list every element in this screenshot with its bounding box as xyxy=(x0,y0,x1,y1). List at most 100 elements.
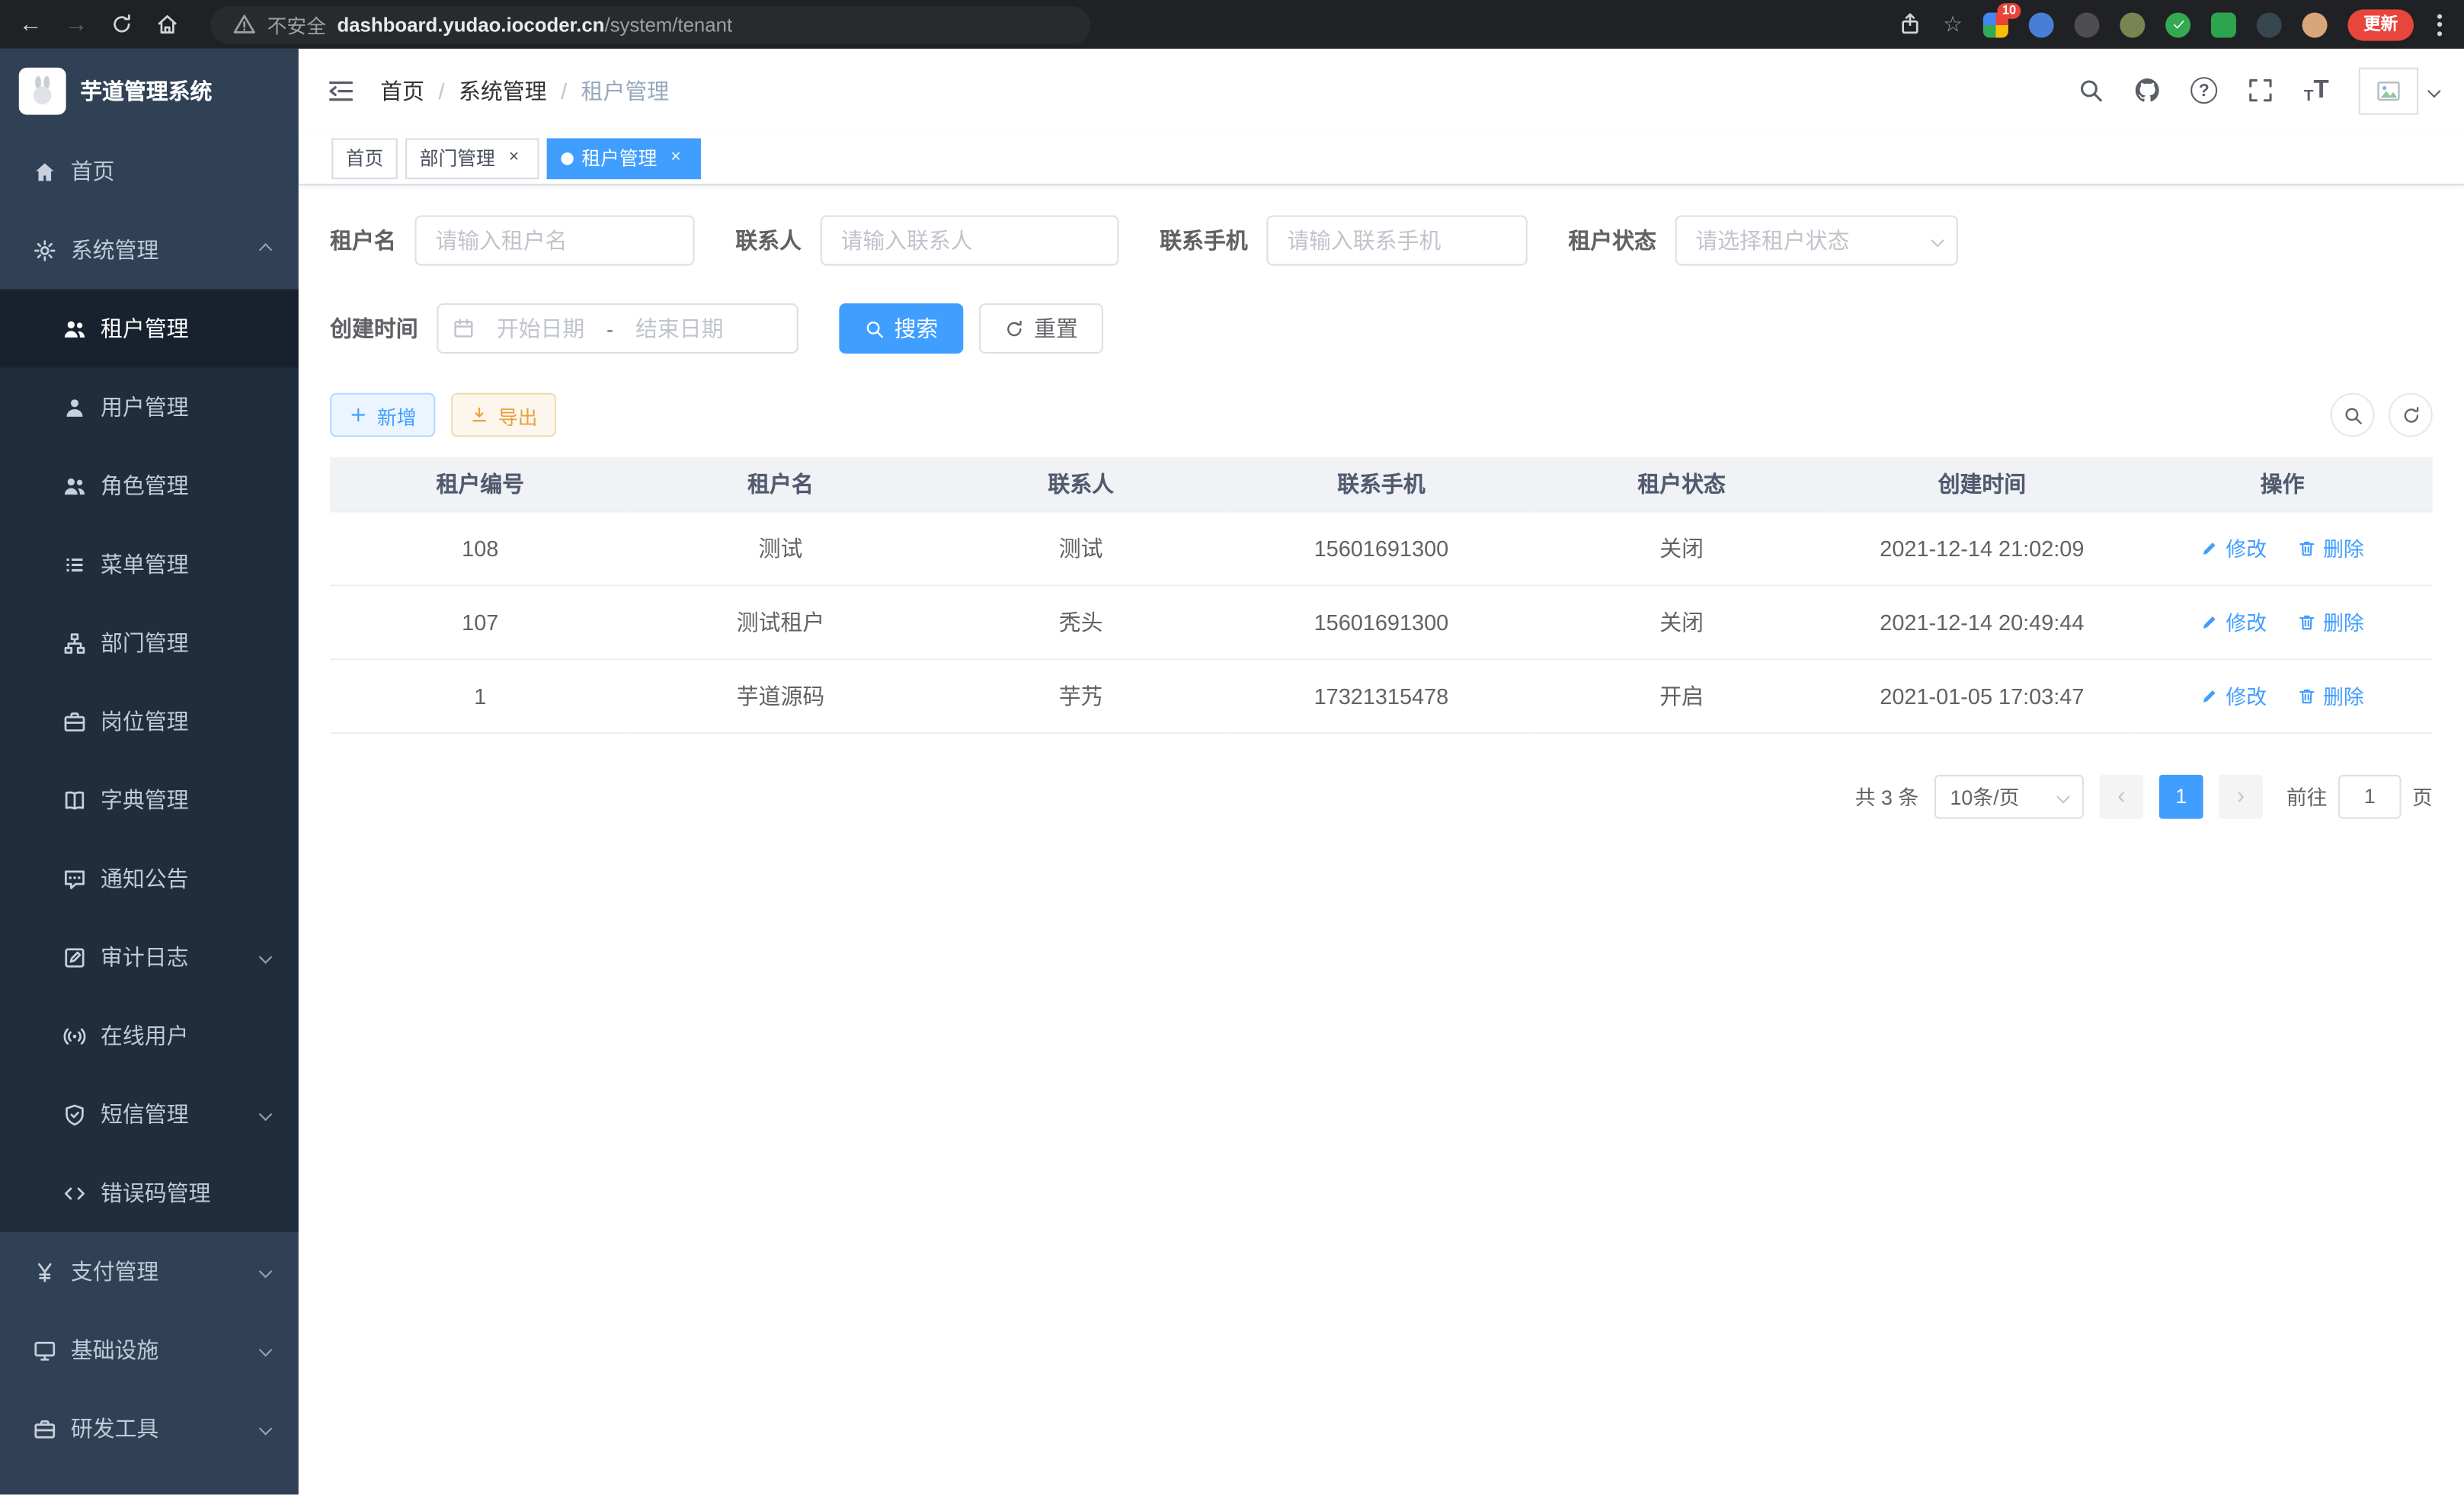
sidebar-item-menu[interactable]: 菜单管理 xyxy=(0,525,299,603)
bookmark-star-icon[interactable]: ☆ xyxy=(1943,11,1963,37)
sidebar-item-label: 部门管理 xyxy=(101,627,189,658)
search-button[interactable]: 搜索 xyxy=(839,303,963,354)
extension-icon-4[interactable] xyxy=(2120,11,2145,37)
status-select[interactable] xyxy=(1675,216,1958,266)
chevron-down-icon xyxy=(259,1422,273,1436)
sidebar-collapse-icon[interactable] xyxy=(327,76,355,104)
close-icon[interactable]: × xyxy=(503,147,525,169)
sidebar-item-dev-tools[interactable]: 研发工具 xyxy=(0,1389,299,1468)
sidebar-item-label: 菜单管理 xyxy=(101,549,189,580)
reload-icon[interactable] xyxy=(110,13,133,37)
pagination: 共 3 条 10条/页 ‹ 1 › 前往 页 xyxy=(330,774,2433,818)
refresh-table-button[interactable] xyxy=(2389,393,2433,437)
sidebar-item-label: 用户管理 xyxy=(101,392,189,423)
sidebar-item-sms[interactable]: 短信管理 xyxy=(0,1075,299,1154)
tab-tenant[interactable]: 租户管理 × xyxy=(547,137,701,178)
tenant-name-label: 租户名 xyxy=(330,225,396,256)
close-icon[interactable]: × xyxy=(665,147,687,169)
browser-menu-icon[interactable] xyxy=(2434,10,2445,38)
sidebar-item-audit-log[interactable]: 审计日志 xyxy=(0,918,299,997)
contact-input[interactable] xyxy=(821,216,1119,266)
toggle-search-button[interactable] xyxy=(2331,393,2375,437)
date-range-picker[interactable]: - xyxy=(437,303,798,354)
edit-link[interactable]: 修改 xyxy=(2200,680,2267,710)
back-icon[interactable]: ← xyxy=(19,13,43,37)
delete-link[interactable]: 删除 xyxy=(2298,533,2364,562)
phone-input[interactable] xyxy=(1266,216,1527,266)
sidebar-item-tenant[interactable]: 租户管理 xyxy=(0,290,299,368)
extension-icon-3[interactable] xyxy=(2075,11,2100,37)
sidebar-item-role[interactable]: 角色管理 xyxy=(0,447,299,525)
monitor-icon xyxy=(33,1338,56,1362)
sidebar-item-label: 字典管理 xyxy=(101,784,189,815)
pagination-total: 共 3 条 xyxy=(1855,781,1918,811)
table-header-row: 租户编号 租户名 联系人 联系手机 租户状态 创建时间 操作 xyxy=(330,457,2433,511)
extension-icon-2[interactable] xyxy=(2029,11,2054,37)
tab-dept[interactable]: 部门管理 × xyxy=(405,137,539,178)
page-size-select[interactable]: 10条/页 xyxy=(1934,774,2084,818)
security-warning-icon[interactable] xyxy=(232,13,256,37)
sidebar-item-payment[interactable]: 支付管理 xyxy=(0,1232,299,1311)
sidebar-item-infra[interactable]: 基础设施 xyxy=(0,1311,299,1389)
tab-label: 部门管理 xyxy=(420,145,495,171)
chrome-update-button[interactable]: 更新 xyxy=(2347,8,2414,40)
forward-icon[interactable]: → xyxy=(65,13,88,37)
edit-link[interactable]: 修改 xyxy=(2200,607,2267,636)
breadcrumb-system[interactable]: 系统管理 xyxy=(459,75,547,106)
export-button[interactable]: 导出 xyxy=(451,393,556,437)
page-suffix-label: 页 xyxy=(2412,781,2433,811)
delete-link[interactable]: 删除 xyxy=(2298,680,2364,710)
sidebar-item-post[interactable]: 岗位管理 xyxy=(0,682,299,760)
breadcrumb-current: 租户管理 xyxy=(581,75,670,106)
search-icon[interactable] xyxy=(2078,77,2104,104)
sidebar-item-label: 租户管理 xyxy=(101,312,189,344)
prev-page-button[interactable]: ‹ xyxy=(2099,774,2143,818)
sidebar-item-home[interactable]: 首页 xyxy=(0,132,299,210)
cell-name: 芋道源码 xyxy=(630,658,930,732)
extension-icon-1[interactable]: 10 xyxy=(1983,11,2008,37)
url-path: /system/tenant xyxy=(604,14,732,36)
cell-created: 2021-12-14 21:02:09 xyxy=(1832,511,2132,584)
sidebar-item-error-code[interactable]: 错误码管理 xyxy=(0,1154,299,1232)
start-date-input[interactable] xyxy=(481,316,600,341)
filter-form: 租户名 联系人 联系手机 租户状态 xyxy=(330,216,2433,354)
extension-icon-7[interactable] xyxy=(2257,11,2282,37)
page-size-value: 10条/页 xyxy=(1950,781,2019,811)
end-date-input[interactable] xyxy=(619,316,739,341)
extension-icon-5[interactable] xyxy=(2165,11,2190,37)
user-menu[interactable] xyxy=(2359,67,2439,114)
github-icon[interactable] xyxy=(2134,77,2161,104)
pagination-jumper: 前往 页 xyxy=(2286,774,2433,818)
sidebar-item-online-users[interactable]: 在线用户 xyxy=(0,997,299,1075)
sidebar-item-system[interactable]: 系统管理 xyxy=(0,210,299,289)
sidebar-menu: 首页 系统管理 租户管理 用户管理 角色管理 xyxy=(0,132,299,1468)
share-icon[interactable] xyxy=(1899,13,1922,37)
edit-link[interactable]: 修改 xyxy=(2200,533,2267,562)
top-navbar: 首页 / 系统管理 / 租户管理 ? xyxy=(299,49,2464,132)
profile-avatar-icon[interactable] xyxy=(2302,11,2328,37)
plus-icon xyxy=(349,405,368,424)
help-icon[interactable]: ? xyxy=(2190,77,2217,104)
fullscreen-icon[interactable] xyxy=(2248,77,2274,104)
page-number-1[interactable]: 1 xyxy=(2159,774,2203,818)
address-bar[interactable]: 不安全 dashboard.yudao.iocoder.cn/system/te… xyxy=(210,5,1090,43)
breadcrumb-home[interactable]: 首页 xyxy=(380,75,424,106)
delete-link[interactable]: 删除 xyxy=(2298,607,2364,636)
sidebar-item-user[interactable]: 用户管理 xyxy=(0,368,299,447)
tab-home[interactable]: 首页 xyxy=(331,137,398,178)
sidebar-item-dict[interactable]: 字典管理 xyxy=(0,760,299,839)
next-page-button[interactable]: › xyxy=(2219,774,2263,818)
home-icon[interactable] xyxy=(155,13,179,37)
tenant-name-input[interactable] xyxy=(415,216,695,266)
extension-icon-6[interactable] xyxy=(2211,11,2236,37)
sidebar-item-dept[interactable]: 部门管理 xyxy=(0,603,299,682)
add-button[interactable]: 新增 xyxy=(330,393,435,437)
trash-icon xyxy=(2298,686,2317,705)
reset-button[interactable]: 重置 xyxy=(979,303,1103,354)
yen-icon xyxy=(33,1260,56,1283)
app-logo[interactable]: 芋道管理系统 xyxy=(0,49,299,132)
goto-page-input[interactable] xyxy=(2338,774,2402,818)
font-size-icon[interactable]: TT xyxy=(2304,76,2329,104)
sidebar-item-notice[interactable]: 通知公告 xyxy=(0,839,299,917)
col-header-created: 创建时间 xyxy=(1832,457,2132,511)
